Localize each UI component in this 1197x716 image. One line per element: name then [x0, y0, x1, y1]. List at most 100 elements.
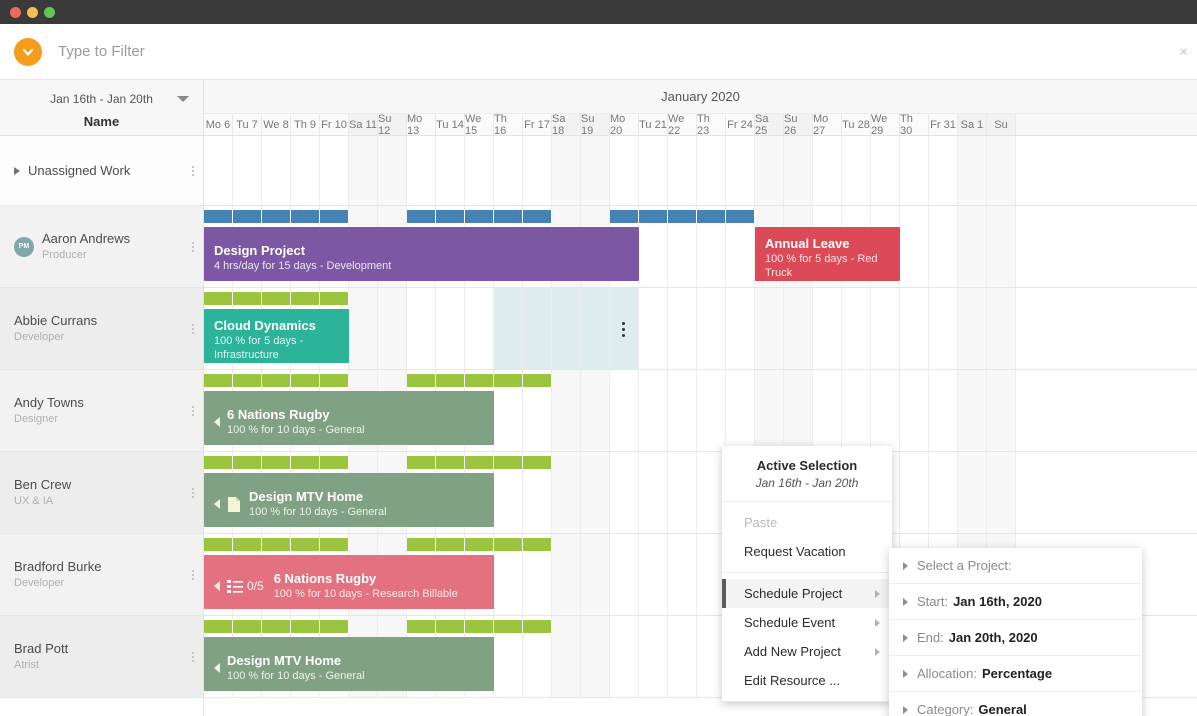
- row-options-icon[interactable]: [192, 323, 194, 334]
- timeline-cell[interactable]: [697, 288, 726, 369]
- timeline-cell[interactable]: [842, 370, 871, 451]
- timeline-cell[interactable]: [581, 136, 610, 205]
- chevron-right-icon[interactable]: [903, 669, 908, 678]
- timeline-cell[interactable]: [813, 136, 842, 205]
- menu-item[interactable]: Schedule Event: [722, 608, 892, 637]
- timeline-cell[interactable]: [900, 288, 929, 369]
- chevron-right-icon[interactable]: [903, 561, 908, 570]
- schedule-field-row[interactable]: Category: General: [889, 692, 1142, 716]
- timeline-cell[interactable]: [929, 136, 958, 205]
- timeline-cell[interactable]: [494, 288, 523, 369]
- timeline-cell[interactable]: [755, 370, 784, 451]
- menu-item[interactable]: Request Vacation: [722, 537, 892, 566]
- day-header-cell[interactable]: Th 16: [494, 113, 523, 137]
- timeline-cell[interactable]: [523, 288, 552, 369]
- resource-row[interactable]: Ben Crew UX & IA: [0, 452, 203, 534]
- timeline-cell[interactable]: [465, 288, 494, 369]
- allocation-bar[interactable]: Cloud Dynamics 100 % for 5 days - Infrast…: [204, 309, 349, 363]
- expand-triangle-icon[interactable]: [14, 166, 20, 175]
- timeline-cell[interactable]: [233, 136, 262, 205]
- day-header-cell[interactable]: Th 30: [900, 113, 929, 137]
- timeline-cell[interactable]: [581, 288, 610, 369]
- timeline-cell[interactable]: [755, 288, 784, 369]
- timeline-cell[interactable]: [639, 136, 668, 205]
- menu-item[interactable]: Schedule Project: [722, 579, 892, 608]
- resource-row[interactable]: Abbie Currans Developer: [0, 288, 203, 370]
- timeline-cell[interactable]: [784, 136, 813, 205]
- timeline-cell[interactable]: [639, 534, 668, 615]
- timeline-cell[interactable]: [349, 288, 378, 369]
- resource-row[interactable]: Bradford Burke Developer: [0, 534, 203, 616]
- selection-options-icon[interactable]: [622, 322, 625, 337]
- row-options-icon[interactable]: [192, 569, 194, 580]
- day-header-cell[interactable]: Fr 10: [320, 114, 349, 135]
- timeline-cell[interactable]: [958, 370, 987, 451]
- timeline-cell[interactable]: [726, 288, 755, 369]
- timeline-cell[interactable]: [349, 136, 378, 205]
- timeline-cell[interactable]: [871, 370, 900, 451]
- day-header-cell[interactable]: Fr 17: [523, 114, 552, 135]
- timeline-cell[interactable]: [552, 534, 581, 615]
- timeline-cell[interactable]: [958, 288, 987, 369]
- timeline-cell[interactable]: [407, 288, 436, 369]
- timeline-cell[interactable]: [465, 136, 494, 205]
- timeline-cell[interactable]: [639, 288, 668, 369]
- chevron-right-icon[interactable]: [903, 597, 908, 606]
- timeline-cell[interactable]: [929, 288, 958, 369]
- timeline-cell[interactable]: [378, 136, 407, 205]
- day-header-cell[interactable]: Mo 13: [407, 113, 436, 137]
- timeline-cell[interactable]: [523, 136, 552, 205]
- timeline-cell[interactable]: [900, 206, 929, 287]
- timeline-cell[interactable]: [871, 288, 900, 369]
- timeline-cell[interactable]: [668, 452, 697, 533]
- timeline-cell[interactable]: [639, 616, 668, 697]
- timeline-cell[interactable]: [552, 288, 581, 369]
- allocation-bar[interactable]: Design MTV Home 100 % for 10 days - Gener…: [204, 637, 494, 691]
- chevron-right-icon[interactable]: [903, 633, 908, 642]
- timeline-cell[interactable]: [610, 534, 639, 615]
- timeline-row[interactable]: Design Project 4 hrs/day for 15 days - De…: [204, 206, 1197, 288]
- schedule-field-row[interactable]: Select a Project:: [889, 548, 1142, 584]
- timeline-cell[interactable]: [378, 288, 407, 369]
- timeline-cell[interactable]: [929, 206, 958, 287]
- allocation-bar[interactable]: Design Project 4 hrs/day for 15 days - De…: [204, 227, 639, 281]
- timeline-cell[interactable]: [552, 452, 581, 533]
- timeline-cell[interactable]: [958, 206, 987, 287]
- timeline-cell[interactable]: [552, 136, 581, 205]
- day-header-cell[interactable]: Mo 20: [610, 113, 639, 137]
- day-header-cell[interactable]: We 8: [262, 114, 291, 135]
- timeline-cell[interactable]: [320, 136, 349, 205]
- timeline-row[interactable]: Design MTV Home 100 % for 10 days - Gener…: [204, 452, 1197, 534]
- day-header-cell[interactable]: Tu 21: [639, 114, 668, 135]
- timeline-cell[interactable]: [813, 370, 842, 451]
- resource-row[interactable]: PM Aaron Andrews Producer: [0, 206, 203, 288]
- timeline-cell[interactable]: [987, 136, 1016, 205]
- chevron-right-icon[interactable]: [903, 705, 908, 714]
- day-header-cell[interactable]: Tu 14: [436, 114, 465, 135]
- timeline-cell[interactable]: [668, 534, 697, 615]
- search-input[interactable]: [58, 43, 458, 60]
- row-options-icon[interactable]: [192, 405, 194, 416]
- timeline-cell[interactable]: [958, 136, 987, 205]
- window-maximize-button[interactable]: [44, 6, 55, 18]
- timeline-cell[interactable]: [784, 370, 813, 451]
- menu-item[interactable]: Add New Project: [722, 637, 892, 666]
- chevron-down-circle-icon[interactable]: [14, 37, 42, 66]
- day-header-cell[interactable]: Fr 31: [929, 114, 958, 135]
- day-header-cell[interactable]: We 15: [465, 113, 494, 137]
- timeline-cell[interactable]: [726, 370, 755, 451]
- timeline-cell[interactable]: [436, 288, 465, 369]
- timeline-cell[interactable]: [958, 452, 987, 533]
- timeline-cell[interactable]: [726, 136, 755, 205]
- resource-row[interactable]: Unassigned Work: [0, 136, 203, 206]
- menu-item[interactable]: Edit Resource ...: [722, 666, 892, 695]
- timeline-cell[interactable]: [262, 136, 291, 205]
- day-header-cell[interactable]: Mo 6: [204, 114, 233, 135]
- timeline-cell[interactable]: [494, 136, 523, 205]
- timeline-cell[interactable]: [900, 370, 929, 451]
- day-header-cell[interactable]: Th 23: [697, 113, 726, 137]
- day-header-cell[interactable]: Tu 7: [233, 114, 262, 135]
- timeline-cell[interactable]: [929, 452, 958, 533]
- chevron-down-icon[interactable]: [177, 96, 189, 102]
- timeline-cell[interactable]: [929, 370, 958, 451]
